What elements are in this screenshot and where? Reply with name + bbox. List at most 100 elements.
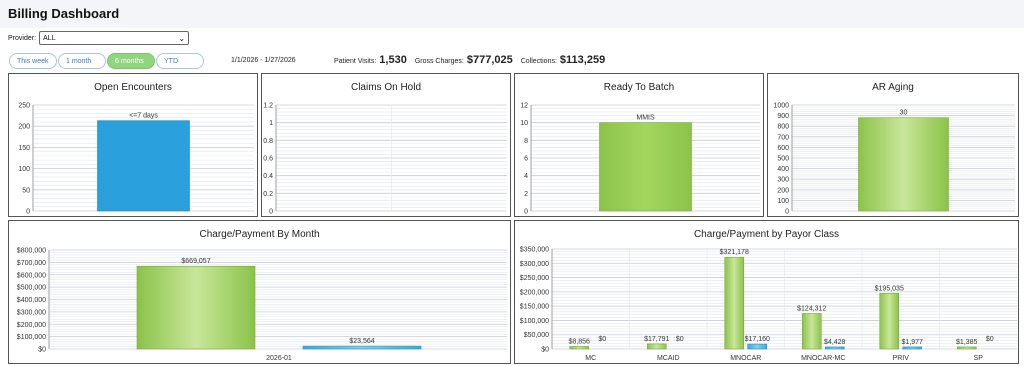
y-tick-label: 0 [26,209,30,216]
ready-to-batch-panel: Ready To Batch 0 2 4 6 8 10 12 MMIS [514,73,764,217]
open-encounters-panel: Open Encounters 0 50 100 150 200 250 <=7 days [8,73,258,217]
summary-stats: Patient Visits: 1,530 Gross Charges: $77… [334,54,613,66]
y-tick-label: $0 [541,347,549,354]
y-tick-label: $100,000 [520,318,549,325]
y-tick-label: 1 [269,120,273,127]
y-tick-label: 2 [524,191,528,198]
data-label: $0 [986,336,994,343]
x-tick-label: MNOCAR-MC [801,355,845,362]
data-label: $23,564 [349,338,374,345]
y-tick-label: 6 [524,156,528,163]
data-label: $669,057 [181,258,210,265]
bar [747,343,768,350]
y-tick-label: 4 [524,173,528,180]
data-label: 30 [900,110,908,117]
y-tick-label: 0 [269,209,273,216]
claims-on-hold-chart: 0 0.2 0.4 0.6 0.8 1 1.2 [263,103,507,216]
data-label: $0 [676,336,684,343]
x-tick-label: PRIV [893,355,910,362]
x-tick-label: MNOCAR [730,355,761,362]
stat-label-visits: Patient Visits: [334,58,377,65]
y-tick-label: 0.6 [263,156,273,163]
y-tick-label: $250,000 [520,275,549,282]
y-tick-label: 500 [777,156,789,163]
chevron-down-icon: ⌄ [178,33,186,43]
date-range-text: 1/1/2026 - 1/27/2026 [231,57,296,64]
y-tick-label: 150 [18,145,30,152]
y-tick-label: 300 [777,177,789,184]
y-tick-label: 0.4 [263,173,273,180]
x-tick-label: MCAID [657,355,680,362]
date-range-buttons: This week 1 month 6 months YTD [9,53,205,69]
y-tick-label: 10 [520,120,528,127]
charge-payment-month-chart: $0 $100,000 $200,000 $300,000 $400,000 $500,0… [17,248,507,362]
y-tick-label: 100 [18,166,30,173]
claims-on-hold-panel: Claims On Hold 0 0.2 0.4 0.6 0.8 1 1.2 [261,73,511,217]
y-tick-label: 1.2 [263,103,273,110]
y-tick-label: 900 [777,113,789,120]
charge-payment-month-panel: Charge/Payment By Month $0 $100,000 $200,0… [8,220,511,364]
bar [302,345,422,350]
data-label: $0 [598,336,606,343]
data-label: $124,312 [797,305,826,312]
y-tick-label: 800 [777,124,789,131]
y-tick-label: $350,000 [520,247,549,254]
data-label: $321,178 [720,249,749,256]
y-tick-label: 0 [524,209,528,216]
y-tick-label: $50,000 [524,332,549,339]
y-tick-label: $200,000 [17,322,46,329]
provider-select-value: ALL [43,34,56,42]
bar [956,346,977,350]
range-button-this-week[interactable]: This week [9,53,57,69]
y-tick-label: 200 [777,187,789,194]
x-tick-label: 2026-01 [266,355,292,362]
header-bar: Billing Dashboard [0,0,1024,28]
data-label: $1,977 [902,339,924,346]
ready-to-batch-chart: 0 2 4 6 8 10 12 MMIS [520,103,760,216]
stat-label-charges: Gross Charges: [414,58,464,65]
data-label: $4,428 [824,339,846,346]
ar-aging-panel: AR Aging 0 100 200 300 400 500 600 700 800 900 100… [767,73,1019,217]
bar [858,117,949,212]
y-tick-label: $600,000 [17,272,46,279]
y-tick-label: 200 [18,124,30,131]
open-encounters-chart: 0 50 100 150 200 250 <=7 days [18,103,254,216]
charge-payment-payor-chart: $0 $50,000 $100,000 $150,000 $200,000 $250,00… [520,247,1017,362]
y-tick-label: 0 [785,209,789,216]
bar [569,346,590,350]
range-button-ytd[interactable]: YTD [156,53,204,69]
y-tick-label: 8 [524,138,528,145]
y-tick-label: $0 [38,347,46,354]
y-tick-label: $500,000 [17,285,46,292]
charge-payment-payor-panel: Charge/Payment by Payor Class $0 $50,000 $… [514,220,1019,364]
y-tick-label: 1000 [773,103,789,110]
data-label: $17,791 [644,336,669,343]
y-tick-label: 600 [777,145,789,152]
y-tick-label: 400 [777,166,789,173]
x-tick-label: MC [585,355,596,362]
y-tick-label: $800,000 [17,248,46,255]
x-tick-label: SP [974,355,984,362]
bar [97,120,190,212]
data-label: MMIS [636,115,655,122]
date-range-end: - 1/27/2026 [260,57,296,64]
provider-filter: Provider: ALL ⌄ [8,30,190,46]
y-tick-label: $700,000 [17,260,46,267]
data-label: $17,160 [745,336,770,343]
y-tick-label: 12 [520,103,528,110]
range-button-6-months[interactable]: 6 months [107,53,155,69]
data-label: $1,385 [956,339,978,346]
date-range-start: 1/1/2026 [231,57,259,64]
data-label: <=7 days [129,113,158,120]
bar [879,292,900,350]
y-tick-label: $300,000 [17,309,46,316]
bar [902,346,923,350]
y-tick-label: 0.8 [263,138,273,145]
provider-label: Provider: [8,34,37,42]
y-tick-label: 50 [22,187,30,194]
y-tick-label: $300,000 [520,261,549,268]
y-tick-label: $200,000 [520,289,549,296]
provider-select[interactable]: ALL ⌄ [39,31,190,45]
y-tick-label: $150,000 [520,304,549,311]
range-button-1-month[interactable]: 1 month [58,53,106,69]
